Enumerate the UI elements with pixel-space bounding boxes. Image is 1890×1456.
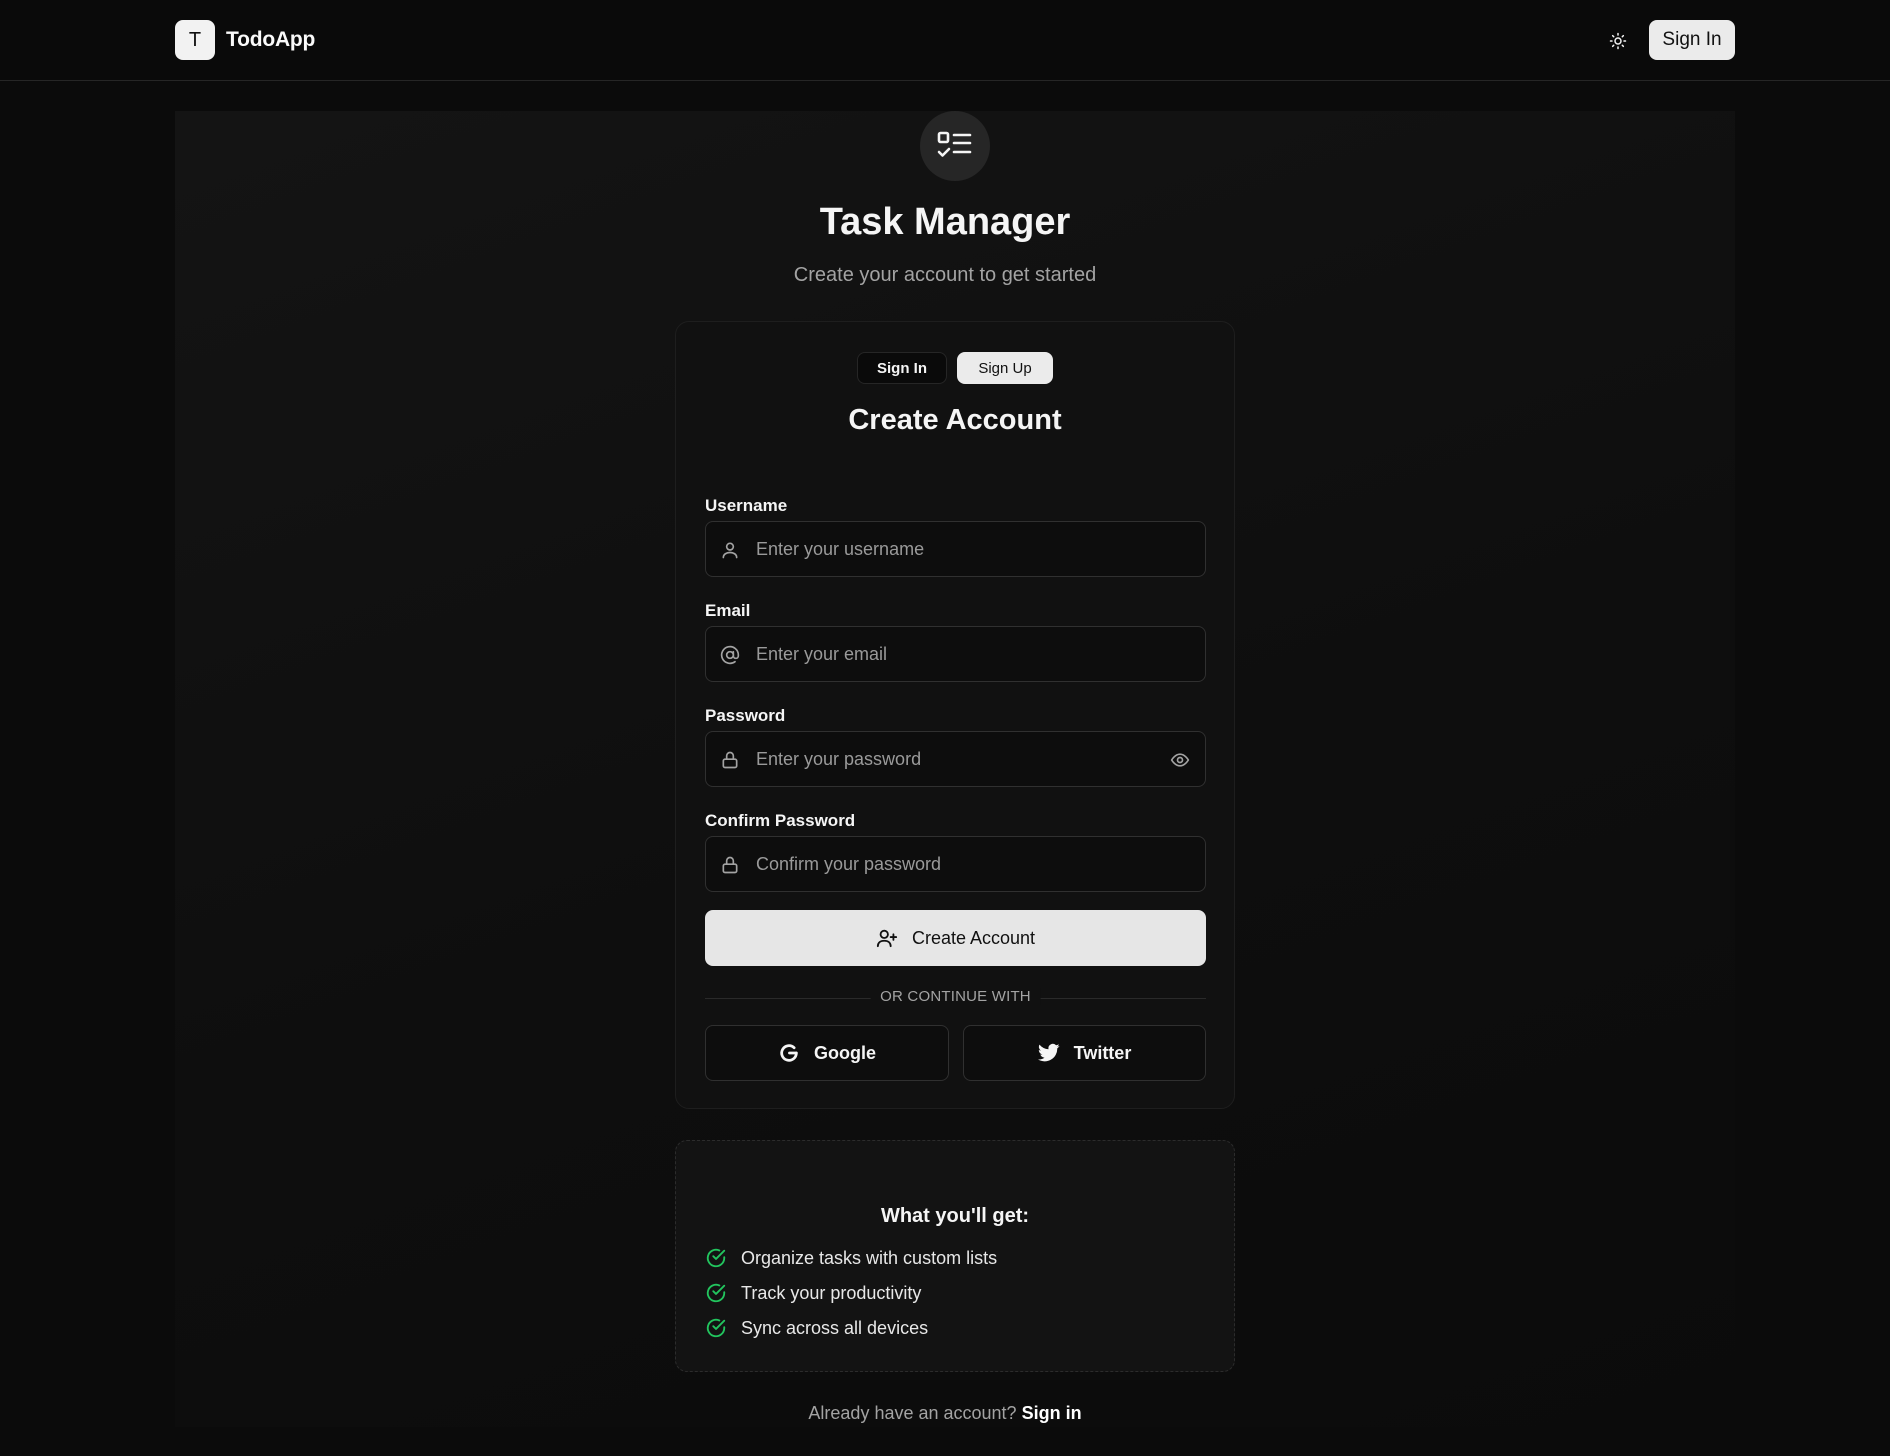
password-label: Password [705, 706, 786, 725]
create-account-button[interactable]: Create Account [705, 910, 1206, 966]
page-title: Task Manager [819, 201, 1071, 243]
twitter-signin-button[interactable]: Twitter [963, 1025, 1206, 1081]
username-input-wrapper [705, 521, 1206, 577]
footer-prompt-text: Already have an account? [808, 1403, 1017, 1423]
footer-signin-prompt: Already have an account? Sign in [0, 1403, 1890, 1424]
benefit-text: Track your productivity [741, 1282, 922, 1303]
create-account-label: Create Account [911, 927, 1036, 948]
hero-icon-badge [920, 111, 990, 181]
twitter-label: Twitter [1073, 1042, 1132, 1063]
email-label: Email [705, 601, 751, 620]
lock-icon [722, 751, 738, 769]
username-field-group: Username [705, 496, 1206, 577]
google-icon [780, 1044, 798, 1062]
brand[interactable]: T TodoApp [175, 20, 315, 60]
email-input[interactable] [756, 627, 1156, 681]
theme-toggle-button[interactable] [1600, 26, 1636, 56]
top-navbar: T TodoApp Sign In [0, 0, 1890, 81]
brand-name: TodoApp [226, 28, 316, 51]
check-circle-icon [706, 1318, 726, 1338]
confirm-password-input-wrapper [705, 836, 1206, 892]
benefits-card: What you'll get: Organize tasks with cus… [675, 1140, 1235, 1372]
password-input[interactable] [756, 732, 1156, 786]
benefit-item: Organize tasks with custom lists [705, 1247, 997, 1269]
google-label: Google [814, 1042, 876, 1063]
eye-icon[interactable] [1169, 750, 1191, 770]
divider-text: OR CONTINUE WITH [870, 988, 1041, 1005]
footer-signin-link[interactable]: Sign in [1022, 1403, 1082, 1423]
check-circle-icon [706, 1248, 726, 1268]
tab-sign-in[interactable]: Sign In [857, 352, 947, 384]
or-divider: OR CONTINUE WITH [705, 988, 1206, 1008]
confirm-password-input[interactable] [756, 837, 1156, 891]
tab-sign-up[interactable]: Sign Up [957, 352, 1053, 384]
benefit-item: Track your productivity [705, 1282, 921, 1304]
user-plus-icon [876, 929, 898, 948]
nav-signin-button[interactable]: Sign In [1649, 20, 1735, 60]
username-input[interactable] [756, 522, 1156, 576]
password-field-group: Password [705, 706, 1206, 787]
benefit-item: Sync across all devices [705, 1317, 928, 1339]
google-signin-button[interactable]: Google [705, 1025, 949, 1081]
confirm-password-label: Confirm Password [705, 811, 856, 830]
check-circle-icon [706, 1283, 726, 1303]
benefit-text: Sync across all devices [741, 1317, 929, 1338]
username-label: Username [705, 496, 788, 515]
confirm-password-field-group: Confirm Password [705, 811, 1206, 892]
lock-icon [722, 856, 738, 874]
email-field-group: Email [705, 601, 1206, 682]
checklist-icon [937, 131, 972, 157]
twitter-icon [1037, 1043, 1060, 1062]
password-input-wrapper [705, 731, 1206, 787]
user-icon [722, 542, 738, 559]
benefits-title: What you'll get: [880, 1205, 1030, 1227]
brand-logo: T [175, 20, 215, 60]
sun-icon [1609, 32, 1627, 50]
benefit-text: Organize tasks with custom lists [741, 1247, 998, 1268]
page-subtitle: Create your account to get started [793, 264, 1097, 286]
signup-card: Sign In Sign Up Create Account Username … [675, 321, 1235, 1109]
card-title: Create Account [848, 404, 1062, 436]
email-input-wrapper [705, 626, 1206, 682]
at-sign-icon [720, 645, 740, 665]
auth-tabs: Sign In Sign Up [676, 352, 1234, 384]
